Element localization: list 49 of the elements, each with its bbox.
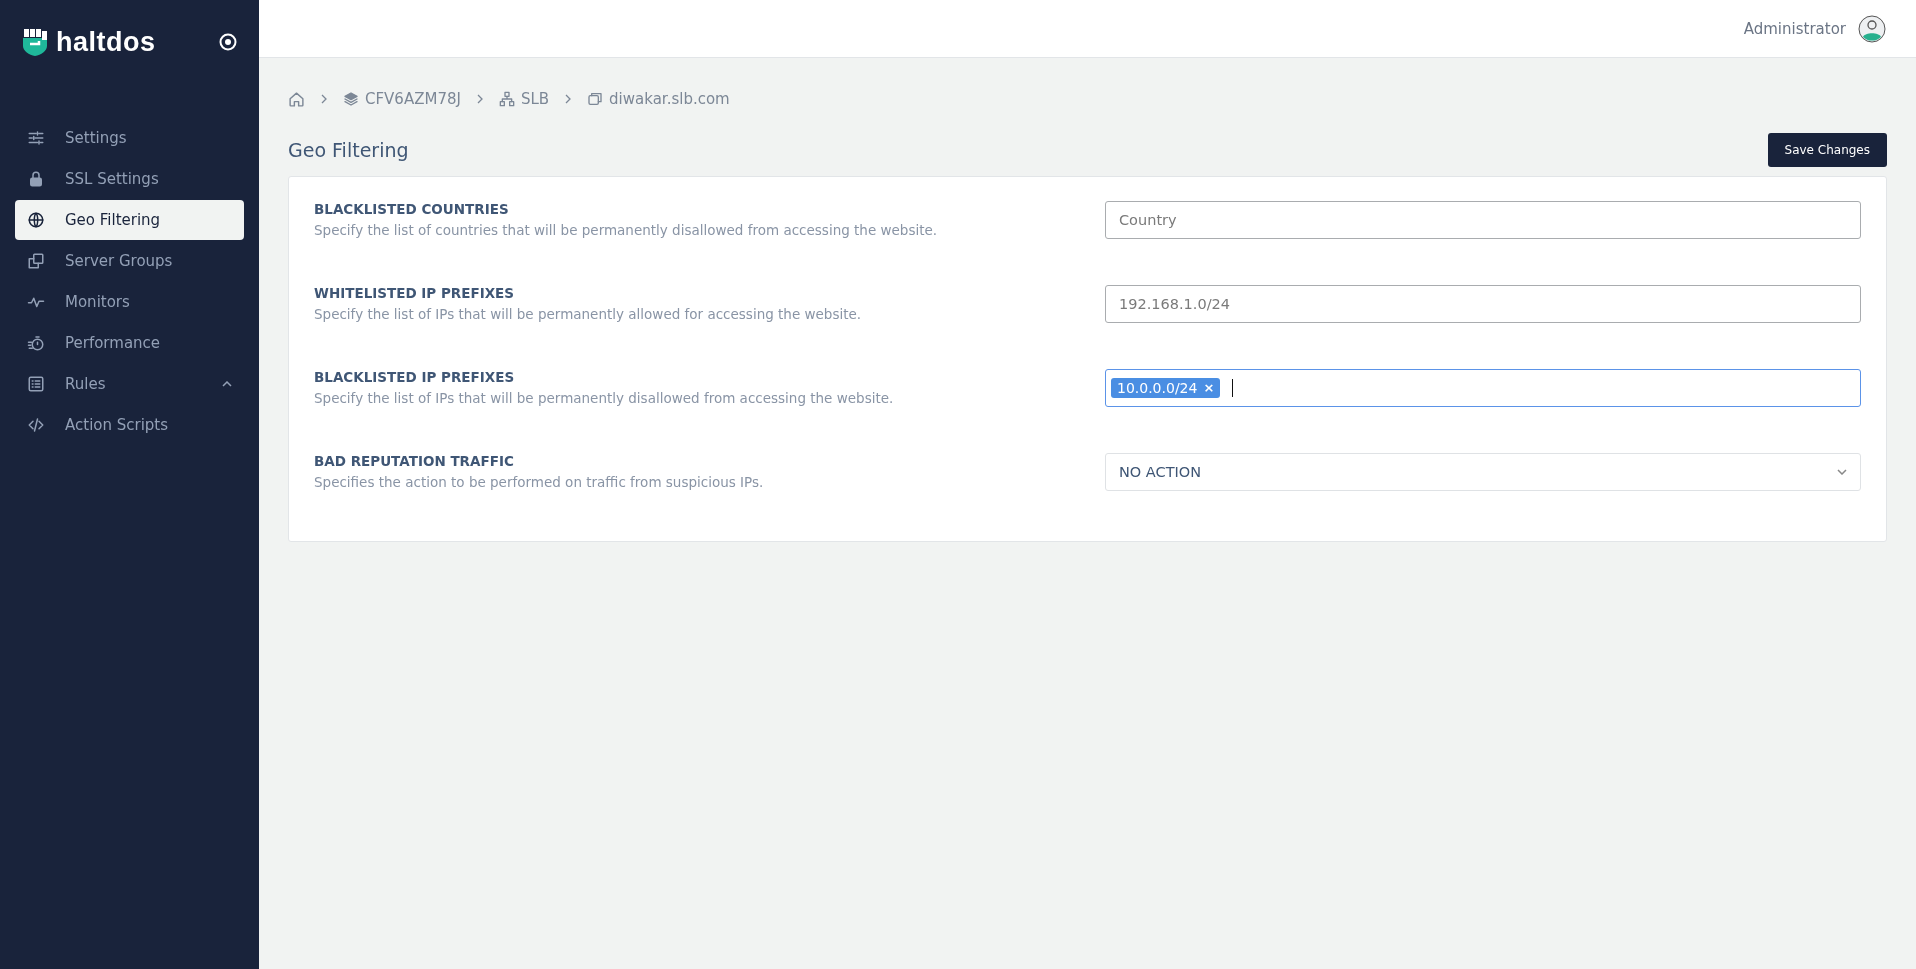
sitemap-icon xyxy=(498,91,515,107)
chevron-icon xyxy=(321,94,327,104)
text-field[interactable]: Country xyxy=(1105,201,1861,239)
globe-icon xyxy=(27,211,45,229)
sidebar-item[interactable]: Action Scripts xyxy=(15,405,244,445)
fist-logo-icon xyxy=(22,28,48,56)
sidebar-item[interactable]: Rules xyxy=(15,364,244,404)
select-field[interactable]: NO ACTION xyxy=(1105,453,1861,491)
field-label: BLACKLISTED IP PREFIXES xyxy=(314,369,516,385)
avatar-icon[interactable] xyxy=(1858,14,1886,43)
list-icon xyxy=(27,375,45,393)
breadcrumb-link[interactable]: diwakar.slb.com xyxy=(609,90,730,108)
breadcrumb-link[interactable]: CFV6AZM78J xyxy=(365,90,461,108)
text-field[interactable]: 192.168.1.0/24 xyxy=(1105,285,1861,323)
brand-name: haltdos xyxy=(56,26,156,58)
chevron-icon xyxy=(476,94,483,104)
stopwatch-icon xyxy=(27,334,45,352)
field-description: Specify the list of IPs that will be permanently disallowed from accessing the website. xyxy=(314,390,894,406)
windows-icon xyxy=(587,91,604,107)
remove-tag-button[interactable]: × xyxy=(1203,380,1215,396)
lock-icon xyxy=(27,170,45,188)
chevron-down-icon xyxy=(1837,469,1847,475)
page-title: Geo Filtering xyxy=(288,139,409,161)
field-description: Specifies the action to be performed on traffic from suspicious IPs. xyxy=(314,474,764,490)
breadcrumb-link[interactable]: SLB xyxy=(520,90,550,108)
layers-icon xyxy=(343,91,359,107)
user-name[interactable]: Administrator xyxy=(1743,19,1846,38)
field-description: Specify the list of countries that will be permanently disallowed from accessing the website. xyxy=(314,222,938,238)
sidebar-item[interactable]: Geo Filtering xyxy=(15,200,244,240)
sidebar-item[interactable]: SSL Settings xyxy=(15,159,244,199)
target-icon[interactable] xyxy=(219,33,237,51)
copy-icon xyxy=(27,252,45,270)
chevron-icon xyxy=(565,94,572,104)
sidebar-item[interactable]: Settings xyxy=(15,118,244,158)
tag-input-field[interactable]: 10.0.0.0/24 × xyxy=(1105,369,1861,407)
field-label: BLACKLISTED COUNTRIES xyxy=(314,201,510,217)
sidebar-item[interactable]: Performance xyxy=(15,323,244,363)
field-description: Specify the list of IPs that will be permanently allowed for accessing the website. xyxy=(314,306,862,322)
home-icon xyxy=(288,90,305,108)
field-label: BAD REPUTATION TRAFFIC xyxy=(314,453,515,469)
sidebar-item[interactable]: Server Groups xyxy=(15,241,244,281)
save-button[interactable]: Save Changes xyxy=(1767,133,1887,167)
code-icon xyxy=(27,416,45,434)
text-cursor xyxy=(1232,379,1234,397)
caret-icon xyxy=(222,381,232,387)
sidebar-item[interactable]: Monitors xyxy=(15,282,244,322)
field-label: WHITELISTED IP PREFIXES xyxy=(314,285,516,301)
ip-tag: 10.0.0.0/24 × xyxy=(1111,378,1221,398)
sliders-icon xyxy=(27,129,45,147)
